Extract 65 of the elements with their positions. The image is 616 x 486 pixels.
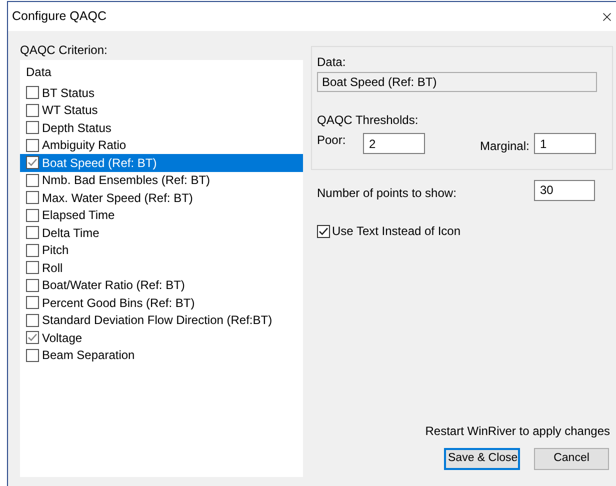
- item-label: BT Status: [42, 84, 94, 102]
- list-item[interactable]: Standard Deviation Flow Direction (Ref:BT): [20, 312, 303, 329]
- item-label: Delta Time: [42, 224, 100, 242]
- list-item[interactable]: Beam Separation: [20, 346, 303, 364]
- checkbox[interactable]: [26, 208, 39, 222]
- list-item[interactable]: Delta Time: [20, 224, 303, 242]
- list-item[interactable]: Nmb. Bad Ensembles (Ref: BT): [20, 172, 303, 189]
- poor-label: Poor:: [317, 133, 347, 149]
- item-label: Nmb. Bad Ensembles (Ref: BT): [42, 172, 210, 190]
- restart-note: Restart WinRiver to apply changes: [424, 424, 611, 439]
- list-item[interactable]: WT Status: [20, 102, 303, 119]
- checkbox[interactable]: [26, 331, 39, 344]
- list-item[interactable]: Max. Water Speed (Ref: BT): [20, 189, 303, 206]
- list-item[interactable]: Boat/Water Ratio (Ref: BT): [20, 276, 303, 294]
- checkbox[interactable]: [26, 121, 39, 134]
- checkbox[interactable]: [26, 278, 39, 292]
- list-item[interactable]: Ambiguity Ratio: [20, 136, 303, 154]
- item-label: Elapsed Time: [42, 207, 115, 224]
- data-field: Boat Speed (Ref: BT): [317, 72, 597, 92]
- cancel-button[interactable]: Cancel: [534, 448, 609, 470]
- poor-field[interactable]: 2: [363, 133, 425, 154]
- item-label: Pitch: [42, 242, 69, 260]
- list-item[interactable]: Pitch: [20, 242, 303, 259]
- thresholds-label: QAQC Thresholds:: [317, 113, 420, 128]
- checkbox[interactable]: [26, 191, 39, 204]
- checkbox[interactable]: [26, 244, 39, 257]
- item-label: Depth Status: [42, 120, 112, 137]
- checkbox[interactable]: [317, 224, 330, 238]
- item-label: Max. Water Speed (Ref: BT): [42, 190, 193, 207]
- checkbox[interactable]: [26, 138, 39, 152]
- list-item[interactable]: Elapsed Time: [20, 206, 303, 224]
- item-label: Boat/Water Ratio (Ref: BT): [42, 277, 185, 294]
- item-label: Ambiguity Ratio: [42, 137, 126, 154]
- checkbox[interactable]: [26, 86, 39, 100]
- window-title: Configure QAQC: [12, 8, 106, 26]
- points-field[interactable]: 30: [534, 180, 595, 200]
- list-item[interactable]: Percent Good Bins (Ref: BT): [20, 294, 303, 312]
- checkbox[interactable]: [26, 156, 39, 170]
- save-close-button[interactable]: Save & Close: [444, 448, 520, 470]
- points-label: Number of points to show:: [317, 185, 456, 202]
- checkbox[interactable]: [26, 314, 39, 327]
- list-item[interactable]: Boat Speed (Ref: BT): [20, 154, 303, 172]
- checkbox[interactable]: [26, 261, 39, 274]
- use-text-label: Use Text Instead of Icon: [332, 223, 461, 240]
- checkbox[interactable]: [26, 104, 39, 117]
- list-item[interactable]: Voltage: [20, 329, 303, 346]
- checkbox[interactable]: [26, 296, 39, 310]
- column-header: Data: [25, 64, 52, 81]
- checkbox[interactable]: [26, 174, 39, 187]
- data-label: Data:: [317, 55, 347, 70]
- item-label: Beam Separation: [42, 347, 135, 364]
- checkbox[interactable]: [26, 226, 39, 240]
- item-label: Percent Good Bins (Ref: BT): [42, 294, 195, 312]
- list-item[interactable]: Depth Status: [20, 119, 303, 136]
- item-label: Standard Deviation Flow Direction (Ref:BT): [42, 312, 272, 330]
- checkbox[interactable]: [26, 348, 39, 362]
- item-label: Voltage: [42, 330, 82, 347]
- item-label: Boat Speed (Ref: BT): [42, 154, 157, 172]
- marginal-label: Marginal:: [480, 139, 530, 154]
- list-item[interactable]: BT Status: [20, 84, 303, 102]
- item-label: Roll: [42, 260, 63, 277]
- list-item[interactable]: Roll: [20, 259, 303, 276]
- marginal-field[interactable]: 1: [534, 133, 596, 154]
- criterion-label: QAQC Criterion:: [20, 43, 108, 58]
- item-label: WT Status: [42, 102, 98, 120]
